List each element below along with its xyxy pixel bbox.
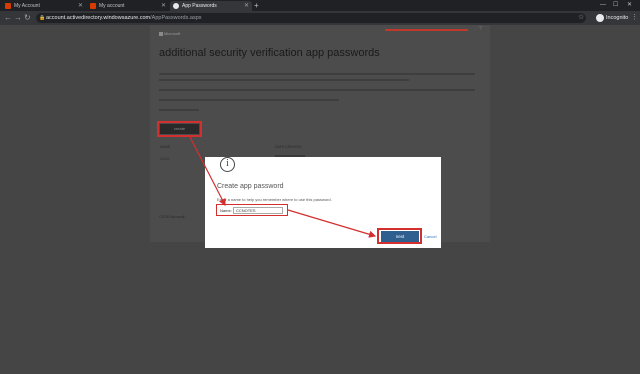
- page-title: additional security verification app pas…: [159, 47, 380, 59]
- tab-title: My Account: [14, 3, 40, 9]
- close-tab-icon[interactable]: ✕: [78, 1, 83, 11]
- minimize-icon[interactable]: —: [600, 0, 606, 10]
- bookmark-star-icon[interactable]: ☆: [578, 13, 584, 23]
- close-tab-icon[interactable]: ✕: [161, 1, 166, 11]
- globe-favicon-icon: [173, 3, 179, 9]
- text-line: [159, 99, 339, 101]
- tab-my-account-1[interactable]: My Account ✕: [2, 1, 86, 11]
- tab-title: App Passwords: [182, 3, 217, 9]
- tab-my-account-2[interactable]: My account ✕: [87, 1, 169, 11]
- url-host: account.activedirectory.windowsazure.com: [46, 15, 151, 21]
- brand-text: Microsoft: [164, 31, 181, 36]
- microsoft-logo-icon: [159, 31, 163, 36]
- text-line: [159, 109, 199, 111]
- back-icon[interactable]: ←: [4, 13, 12, 23]
- office-favicon-icon: [90, 3, 96, 9]
- dialog-title: Create app password: [217, 183, 284, 190]
- close-tab-icon[interactable]: ✕: [244, 1, 249, 11]
- page-footer: ©2020 Microsoft: [159, 215, 185, 219]
- forward-icon[interactable]: →: [14, 13, 22, 23]
- cancel-link[interactable]: Cancel: [424, 234, 436, 239]
- col-name-header: NAME: [160, 145, 171, 149]
- browser-tab-bar: My Account ✕ My account ✕ App Passwords …: [0, 0, 640, 11]
- office-favicon-icon: [5, 3, 11, 9]
- dialog-help-text: Enter a name to help you remember where …: [217, 197, 332, 202]
- info-icon: i: [220, 157, 235, 172]
- text-line: [159, 89, 475, 91]
- maximize-icon[interactable]: ☐: [613, 0, 618, 10]
- url-path: /AppPasswords.aspx: [150, 15, 202, 21]
- browser-toolbar: ← → ↻ 🔒 account.activedirectory.windowsa…: [0, 11, 640, 25]
- close-window-icon[interactable]: ✕: [627, 0, 632, 10]
- tab-app-passwords[interactable]: App Passwords ✕: [170, 1, 252, 11]
- tab-title: My account: [99, 3, 125, 9]
- text-line: [159, 79, 409, 81]
- address-bar[interactable]: 🔒 account.activedirectory.windowsazure.c…: [36, 13, 586, 23]
- browser-menu-icon[interactable]: ⋮: [631, 13, 638, 23]
- redacted-bar: [385, 29, 468, 31]
- table-row-name: CCLD: [160, 157, 170, 161]
- highlight-next-box: [377, 228, 422, 244]
- incognito-label: Incognito: [606, 15, 629, 21]
- highlight-name-box: [216, 204, 288, 216]
- col-date-header: DATE CREATED: [275, 145, 302, 149]
- lock-icon: 🔒: [39, 15, 46, 21]
- text-line: [159, 73, 475, 75]
- incognito-indicator[interactable]: Incognito: [596, 13, 628, 23]
- new-tab-icon[interactable]: +: [254, 0, 259, 11]
- help-icon[interactable]: ?: [479, 26, 482, 32]
- microsoft-logo: Microsoft: [159, 31, 180, 36]
- incognito-icon: [596, 13, 604, 22]
- reload-icon[interactable]: ↻: [24, 13, 31, 23]
- highlight-create-box: [157, 121, 202, 137]
